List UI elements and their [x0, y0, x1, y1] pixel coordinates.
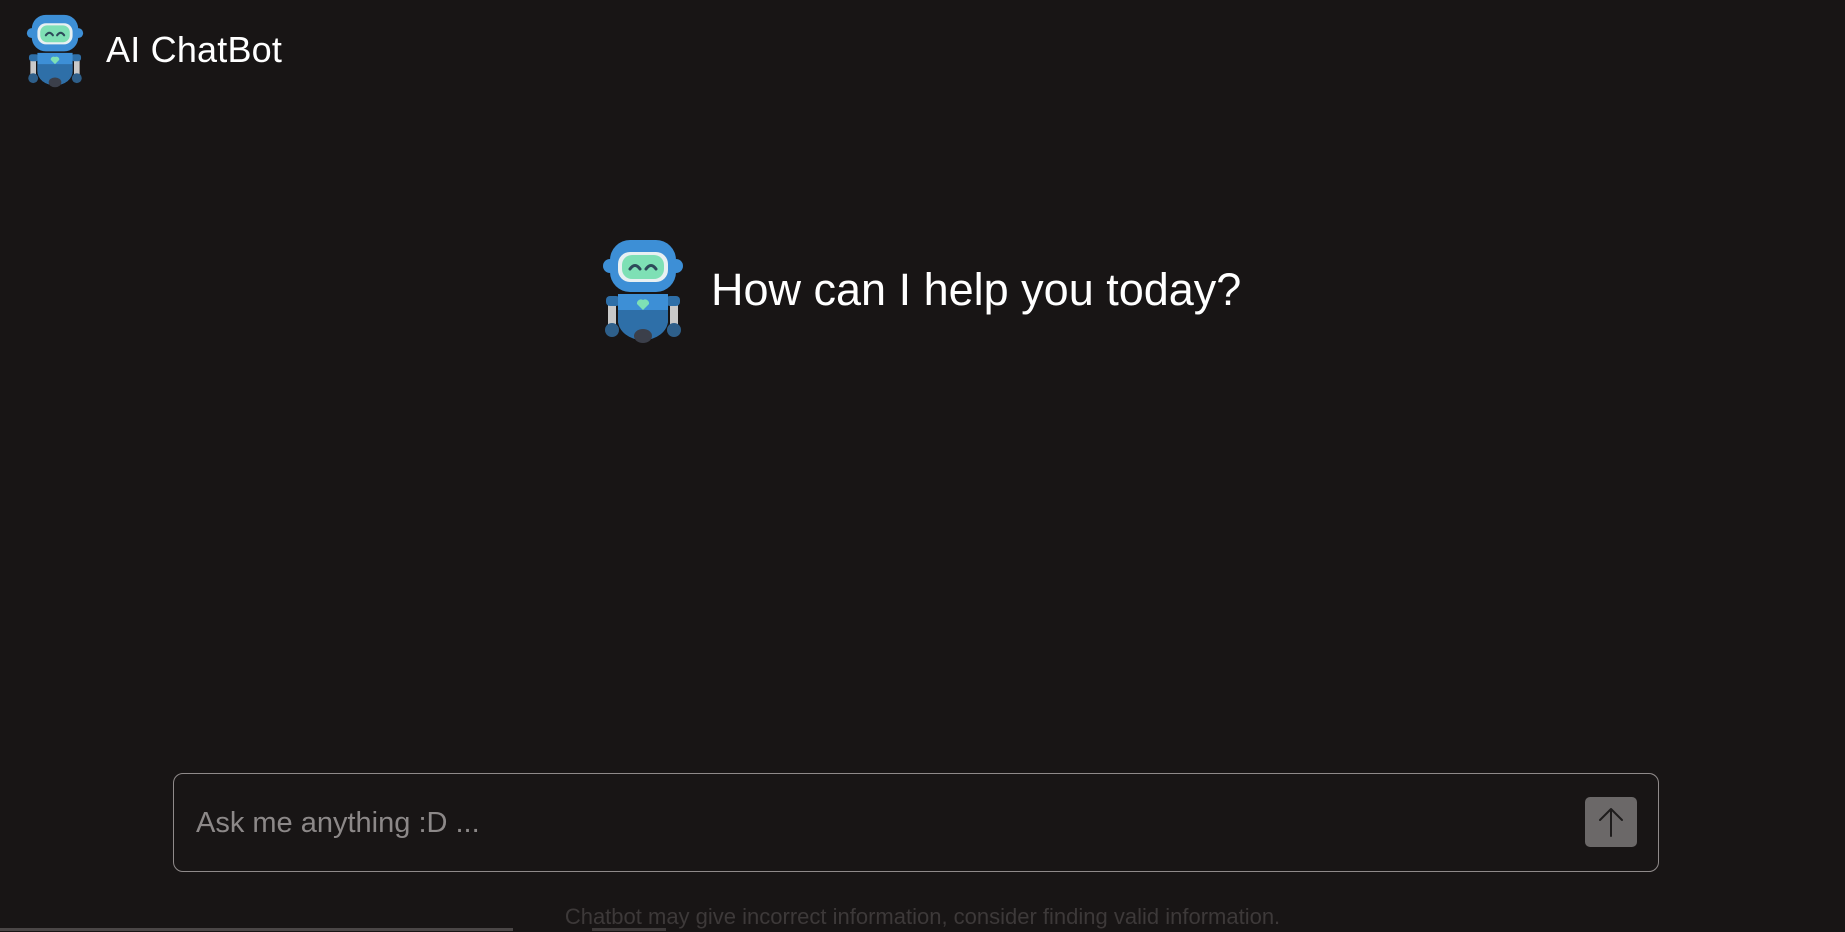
arrow-up-icon: [1599, 808, 1623, 837]
app-header: AI ChatBot: [24, 12, 282, 88]
message-composer: [173, 773, 1659, 872]
app-title: AI ChatBot: [106, 29, 283, 70]
robot-icon: [603, 240, 683, 343]
robot-icon: [26, 14, 84, 88]
welcome-greeting: How can I help you today?: [600, 236, 1241, 344]
chat-app: AI ChatBot How can I help you today? Ask…: [0, 0, 1845, 932]
message-input[interactable]: [196, 794, 1536, 852]
disclaimer-text: Chatbot may give incorrect information, …: [564, 904, 1281, 929]
send-button[interactable]: [1585, 797, 1637, 847]
divider: [0, 928, 513, 931]
divider: [592, 928, 666, 931]
greeting-text: How can I help you today?: [711, 264, 1242, 315]
